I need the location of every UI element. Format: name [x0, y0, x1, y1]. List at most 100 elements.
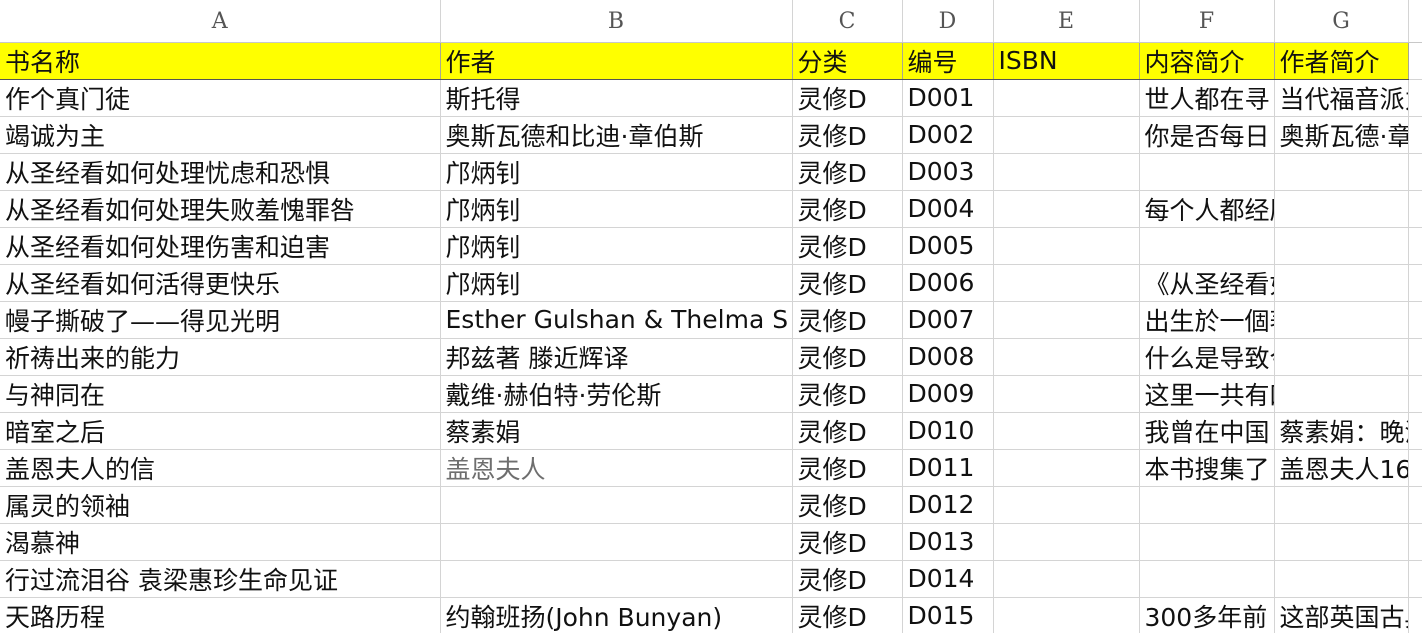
cell-g[interactable] — [1274, 375, 1409, 413]
cell-g[interactable] — [1274, 523, 1409, 561]
cell-b[interactable]: 邝炳钊 — [440, 227, 793, 265]
cell-c[interactable]: 灵修D — [792, 227, 903, 265]
cell-d[interactable]: D005 — [902, 227, 994, 265]
cell-a[interactable]: 与神同在 — [0, 375, 441, 413]
cell-c[interactable]: 灵修D — [792, 116, 903, 154]
cell-d[interactable]: D001 — [902, 79, 994, 117]
header-cell-g[interactable]: 作者简介 — [1274, 42, 1409, 80]
cell-h[interactable] — [1408, 560, 1422, 598]
cell-d[interactable]: D012 — [902, 486, 994, 524]
cell-e[interactable] — [993, 79, 1140, 117]
cell-a[interactable]: 从圣经看如何处理忧虑和恐惧 — [0, 153, 441, 191]
column-header-e[interactable]: E — [993, 0, 1140, 43]
header-cell-d[interactable]: 编号 — [902, 42, 994, 80]
cell-e[interactable] — [993, 116, 1140, 154]
cell-a[interactable]: 从圣经看如何活得更快乐 — [0, 264, 441, 302]
cell-c[interactable]: 灵修D — [792, 79, 903, 117]
cell-h[interactable] — [1408, 597, 1422, 633]
cell-f[interactable]: 《从圣经看如何活得更快 — [1139, 264, 1275, 302]
cell-b[interactable]: 邝炳钊 — [440, 190, 793, 228]
cell-b[interactable]: 盖恩夫人 — [440, 449, 793, 487]
cell-g[interactable] — [1274, 227, 1409, 265]
cell-f[interactable]: 300多年前 — [1139, 597, 1275, 633]
cell-d[interactable]: D007 — [902, 301, 994, 339]
cell-e[interactable] — [993, 301, 1140, 339]
cell-e[interactable] — [993, 449, 1140, 487]
cell-h[interactable] — [1408, 301, 1422, 339]
cell-a[interactable]: 属灵的领袖 — [0, 486, 441, 524]
cell-d[interactable]: D009 — [902, 375, 994, 413]
cell-b[interactable]: 邝炳钊 — [440, 264, 793, 302]
cell-c[interactable]: 灵修D — [792, 560, 903, 598]
cell-a[interactable]: 竭诚为主 — [0, 116, 441, 154]
cell-g[interactable] — [1274, 486, 1409, 524]
cell-h[interactable] — [1408, 412, 1422, 450]
cell-f[interactable]: 本书搜集了 — [1139, 449, 1275, 487]
cell-g[interactable] — [1274, 560, 1409, 598]
cell-f[interactable] — [1139, 523, 1275, 561]
cell-f[interactable]: 什么是导致今天我们心灵 — [1139, 338, 1275, 376]
cell-g[interactable]: 当代福音派力 — [1274, 79, 1409, 117]
cell-e[interactable] — [993, 412, 1140, 450]
header-cell-e[interactable]: ISBN — [993, 42, 1140, 80]
cell-d[interactable]: D010 — [902, 412, 994, 450]
cell-f[interactable]: 你是否每日 — [1139, 116, 1275, 154]
cell-a[interactable]: 盖恩夫人的信 — [0, 449, 441, 487]
cell-h[interactable] — [1408, 264, 1422, 302]
cell-f[interactable]: 世人都在寻 — [1139, 79, 1275, 117]
cell-a[interactable]: 天路历程 — [0, 597, 441, 633]
cell-g[interactable]: 盖恩夫人164 — [1274, 449, 1409, 487]
header-cell-a[interactable]: 书名称 — [0, 42, 441, 80]
cell-d[interactable]: D014 — [902, 560, 994, 598]
cell-d[interactable]: D006 — [902, 264, 994, 302]
cell-b[interactable]: 邦兹著 滕近辉译 — [440, 338, 793, 376]
cell-e[interactable] — [993, 486, 1140, 524]
cell-a[interactable]: 从圣经看如何处理失败羞愧罪咎 — [0, 190, 441, 228]
cell-c[interactable]: 灵修D — [792, 375, 903, 413]
cell-d[interactable]: D011 — [902, 449, 994, 487]
cell-a[interactable]: 祈祷出来的能力 — [0, 338, 441, 376]
column-header-b[interactable]: B — [440, 0, 793, 43]
column-header-g[interactable]: G — [1274, 0, 1409, 43]
cell-c[interactable]: 灵修D — [792, 153, 903, 191]
cell-b[interactable]: 斯托得 — [440, 79, 793, 117]
cell-c[interactable]: 灵修D — [792, 301, 903, 339]
cell-h[interactable] — [1408, 523, 1422, 561]
cell-e[interactable] — [993, 190, 1140, 228]
cell-e[interactable] — [993, 338, 1140, 376]
header-cell-f[interactable]: 内容简介 — [1139, 42, 1275, 80]
cell-f[interactable]: 出生於一個著名正統穆斯 — [1139, 301, 1275, 339]
cell-g[interactable]: 奥斯瓦德·章伯 — [1274, 116, 1409, 154]
cell-b[interactable]: 约翰班扬(John Bunyan) — [440, 597, 793, 633]
cell-b[interactable]: 戴维·赫伯特·劳伦斯 — [440, 375, 793, 413]
cell-c[interactable]: 灵修D — [792, 597, 903, 633]
cell-h[interactable] — [1408, 190, 1422, 228]
cell-f[interactable] — [1139, 153, 1275, 191]
column-header-h[interactable] — [1408, 0, 1422, 43]
cell-h[interactable] — [1408, 79, 1422, 117]
cell-g[interactable]: 蔡素娟：晚清 — [1274, 412, 1409, 450]
cell-d[interactable]: D015 — [902, 597, 994, 633]
cell-e[interactable] — [993, 264, 1140, 302]
cell-h[interactable] — [1408, 338, 1422, 376]
cell-c[interactable]: 灵修D — [792, 486, 903, 524]
cell-h[interactable] — [1408, 116, 1422, 154]
cell-h[interactable] — [1408, 486, 1422, 524]
cell-b[interactable] — [440, 523, 793, 561]
cell-f[interactable]: 这里一共有四次谈话，大 — [1139, 375, 1275, 413]
cell-a[interactable]: 暗室之后 — [0, 412, 441, 450]
header-cell-b[interactable]: 作者 — [440, 42, 793, 80]
cell-f[interactable]: 每个人都经历过失败和挫 — [1139, 190, 1275, 228]
cell-b[interactable]: 蔡素娟 — [440, 412, 793, 450]
cell-a[interactable]: 幔子撕破了——得见光明 — [0, 301, 441, 339]
cell-h[interactable] — [1408, 153, 1422, 191]
cell-f[interactable] — [1139, 227, 1275, 265]
cell-f[interactable]: 我曾在中国 — [1139, 412, 1275, 450]
cell-c[interactable]: 灵修D — [792, 449, 903, 487]
cell-f[interactable] — [1139, 560, 1275, 598]
cell-a[interactable]: 行过流泪谷 袁梁惠珍生命见证 — [0, 560, 441, 598]
cell-e[interactable] — [993, 560, 1140, 598]
cell-c[interactable]: 灵修D — [792, 190, 903, 228]
cell-b[interactable] — [440, 560, 793, 598]
cell-h[interactable] — [1408, 375, 1422, 413]
